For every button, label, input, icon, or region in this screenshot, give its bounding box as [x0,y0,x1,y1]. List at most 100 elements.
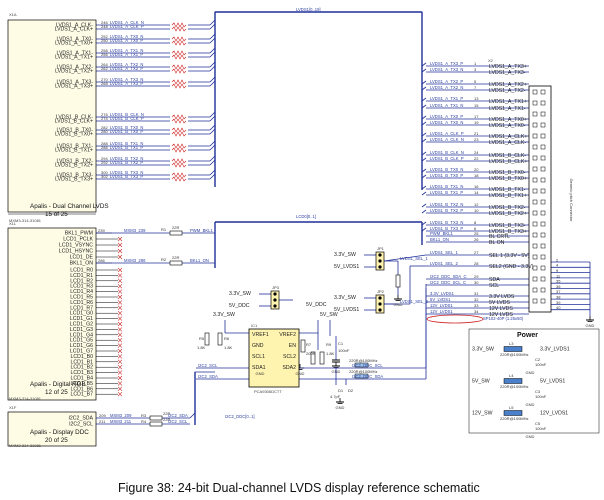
connector-gnd-number: 35 [556,279,561,284]
dual-lvds-net: LVDS1_B_TX3_P [110,174,143,179]
connector-ctrl-net: LVDS1_SEL_2 [430,261,459,266]
jumper-pin [273,298,277,302]
connector-body [528,85,552,313]
dual-lvds-net: LVDS1_A_TX2_P [110,66,143,71]
connector-ctrl-number: 28 [474,261,479,266]
connector-pin [532,276,538,282]
bus-entry [421,191,427,196]
connector-pin [540,243,546,249]
resistor-ref: R2 [161,257,167,262]
jumper-out-net: LVDS1_SEL_2 [400,299,429,304]
connector-pin-number: 19 [474,120,479,125]
connector-pin [540,122,546,128]
connector-pin [532,89,538,95]
dual-lvds-net: LVDS1_A_CLK_P [110,24,144,29]
no-connect-mark [117,343,123,348]
resistor-ref: R4 [141,419,147,424]
connector-ctrl-label: BL ON [489,240,505,246]
part-value: 200K [306,351,316,356]
connector-net: LVDS1_A_CLK_N [430,137,464,142]
connector-pin-label: LVDS1_B_CLK+ [489,159,527,165]
connector-net: LVDS1_B_TX2_N [430,202,463,207]
ddc-out-net: I2C2_SDA [168,413,188,418]
no-connect-mark [117,267,123,273]
ddc-pin-number: 211 [99,419,106,424]
connector-pin [532,243,538,249]
power-in: 5V_SW [472,379,490,385]
connector-pin [540,210,546,216]
connector-pin [540,144,546,150]
connector-pin [540,100,546,106]
dual-lvds-pin: LVDS1_B_TX0+ [55,132,93,138]
connector-pin [532,221,538,227]
ferrite-filter [171,36,187,42]
connector-pin [532,210,538,216]
part-ref: R9 [326,342,332,347]
resistor-ref: R3 [141,413,147,418]
jumper-ref: JP3 [272,285,280,290]
ferrite-filter [171,64,187,70]
ic-pin-left: SCL1 [252,354,265,360]
connector-pin [532,100,538,106]
connector-pin-label: LVDS1_A_TX3- [489,70,526,76]
no-connect-mark [117,391,123,397]
ferrite-filter [171,26,187,32]
ferrite-filter [171,54,187,60]
ic-net-left: I2C2_SDA [198,374,218,379]
connector-ctrl-net: 12V_LVDS1 [430,303,453,308]
rgb-ref: X1L [9,221,17,226]
no-connect-mark [117,316,123,321]
part-value: 1.8K [224,345,233,350]
connector-gnd-number: 37 [556,289,561,294]
connector-ctrl-net: I2C2_DDC_SDA_C [430,274,467,279]
jumper-pin [273,292,277,296]
connector-net: LVDS1_A_TX3_P [430,61,463,66]
connector-net: LVDS1_A_TX0_P [430,114,463,119]
ddc-out-net: I2C2_SCL [168,419,188,424]
connector-pin [532,111,538,117]
jumper-rail: 3.3V_SW [334,295,356,301]
connector-gnd-number: 36 [556,284,561,289]
no-connect-mark [117,289,123,294]
connector-pin-number: 23 [474,137,479,142]
jumper-rail: 3.3V_SW [334,252,356,258]
connector-pin [540,177,546,183]
dual-lvds-net: LVDS1_A_TX3_P [110,81,143,86]
ferrite-value: 220R@100MHz [349,358,378,363]
dual-lvds-pin-number: 250 [101,38,108,43]
dual-lvds-pin: LVDS1_B_CLK+ [55,119,93,125]
ic-pin-left: GND [252,343,264,349]
connector-pin-number: 18 [474,173,479,178]
connector-pin-label: LVDS1_B_TX2+ [489,211,527,217]
part-ref: R7 [306,342,312,347]
ddc-resistor [149,415,163,421]
connector-pin-label: LVDS1_A_TX1+ [489,99,527,105]
connector-pin [532,254,538,260]
connector-pin [532,298,538,304]
connector-pin [540,254,546,260]
connector-ctrl-number: 32 [474,297,479,302]
connector-ctrl-net: 5V_LVDS1 [430,297,451,302]
r5 [204,332,210,346]
dual-lvds-pin: LVDS1_B_TX2+ [55,163,93,169]
power-cap-value: 100nF [535,394,547,399]
connector-ctrl-net: 12V_LVDS1 [430,309,453,314]
ferrite-filter [171,83,187,89]
rgb-net: MXM3_286 [124,258,146,263]
part-value: 100nF [338,348,350,353]
lvds-bus [214,11,423,185]
connector-pin-number: 15 [474,103,479,108]
resistor-r2 [169,260,183,266]
rgb-pin: LCD1_B7 [71,392,94,398]
bus-entry [421,209,427,214]
rail-5v-ddc: 5V_DDC [306,302,327,308]
ic-net-right: I2C2_DDC_SCL [352,363,383,368]
power-cap-value: 100nF [535,362,547,367]
connector-ctrl-number: 31 [474,291,479,296]
connector-pin-label: LVDS1_A_TX2- [489,88,526,94]
schematic-canvas: LVDS1_A_CLK- 246 LVDS1_A_CLK_NLVDS1_A_CLK+… [7,7,600,495]
ferrite-filter [171,114,187,120]
dual-lvds-pin-number: 274 [101,116,108,121]
connector-pin [532,122,538,128]
connector-net: LVDS1_B_CLK_P [430,156,464,161]
